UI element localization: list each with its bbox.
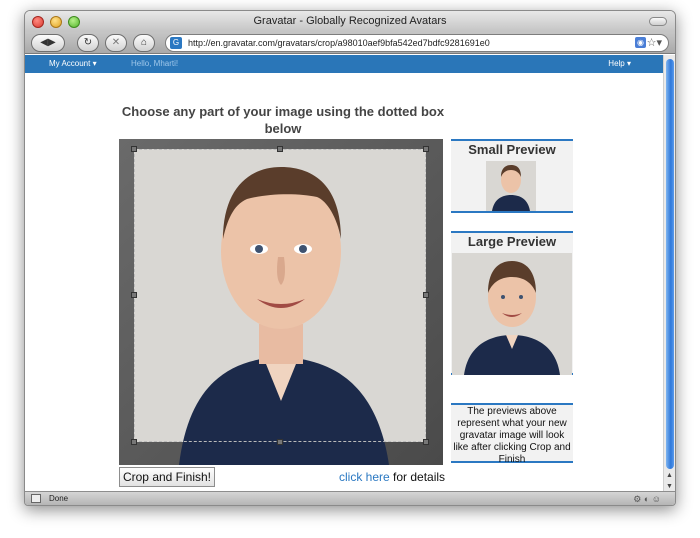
details-link[interactable]: click here <box>339 470 390 484</box>
my-account-menu[interactable]: My Account ▾ <box>49 55 97 73</box>
crop-handle-bottom-left[interactable] <box>131 439 137 445</box>
preview-note-panel: The previews above represent what your n… <box>451 403 573 465</box>
browser-toolbar: ◀▶ ↻ ✕ ⌂ G http://en.gravatar.com/gravat… <box>25 32 675 54</box>
title-bar: Gravatar - Globally Recognized Avatars <box>25 11 675 32</box>
small-preview-title: Small Preview <box>468 142 556 157</box>
details-suffix: for details <box>389 470 446 484</box>
browser-window: Gravatar - Globally Recognized Avatars ◀… <box>24 10 676 506</box>
small-preview-image <box>486 161 536 211</box>
scroll-down-arrow-icon[interactable]: ▼ <box>666 483 673 490</box>
status-window-icon <box>31 494 41 503</box>
vertical-scrollbar[interactable]: ▲ ▼ <box>663 55 675 493</box>
page-content: Choose any part of your image using the … <box>25 73 665 503</box>
crop-handle-bottom-right[interactable] <box>423 439 429 445</box>
home-button[interactable]: ⌂ <box>133 34 155 52</box>
reload-button[interactable]: ↻ <box>77 34 99 52</box>
large-preview-image <box>452 253 572 375</box>
large-preview-panel: Large Preview <box>451 231 573 375</box>
small-preview-panel: Small Preview <box>451 139 573 213</box>
stop-button[interactable]: ✕ <box>105 34 127 52</box>
back-forward-button[interactable]: ◀▶ <box>31 34 65 52</box>
status-indicators-icon: ⚙ ◐ ☺ <box>633 494 661 504</box>
gravatar-favicon-icon: G <box>170 37 182 49</box>
crop-selection-box[interactable] <box>131 146 429 445</box>
bookmark-star-icon[interactable]: ☆▾ <box>647 35 662 51</box>
address-url: http://en.gravatar.com/gravatars/crop/a9… <box>188 38 490 48</box>
crop-handle-right[interactable] <box>423 292 429 298</box>
scroll-up-arrow-icon[interactable]: ▲ <box>666 472 673 479</box>
scrollbar-thumb[interactable] <box>666 59 674 469</box>
status-bar: Done ⚙ ◐ ☺ <box>25 491 675 505</box>
greeting-text: Hello, Mharti! <box>131 59 179 68</box>
rss-icon[interactable]: ◉ <box>635 37 646 48</box>
crop-handle-left[interactable] <box>131 292 137 298</box>
site-navbar: My Account ▾ Hello, Mharti! Help ▾ <box>25 55 675 73</box>
crop-instructions-heading: Choose any part of your image using the … <box>121 104 445 136</box>
crop-handle-top-left[interactable] <box>131 146 137 152</box>
address-bar[interactable]: G http://en.gravatar.com/gravatars/crop/… <box>165 34 669 52</box>
crop-image-area[interactable] <box>119 139 443 465</box>
details-text: click here for details <box>339 470 445 484</box>
help-menu[interactable]: Help ▾ <box>608 55 631 73</box>
close-window-icon[interactable] <box>32 16 44 28</box>
crop-handle-top-right[interactable] <box>423 146 429 152</box>
zoom-window-icon[interactable] <box>68 16 80 28</box>
large-preview-title: Large Preview <box>467 234 557 249</box>
status-text: Done <box>49 494 69 503</box>
crop-handle-top[interactable] <box>277 146 283 152</box>
minimize-window-icon[interactable] <box>50 16 62 28</box>
crop-handle-bottom[interactable] <box>277 439 283 445</box>
toolbar-toggle-icon[interactable] <box>649 17 667 26</box>
crop-and-finish-button[interactable]: Crop and Finish! <box>119 467 215 487</box>
window-title: Gravatar - Globally Recognized Avatars <box>253 15 447 27</box>
